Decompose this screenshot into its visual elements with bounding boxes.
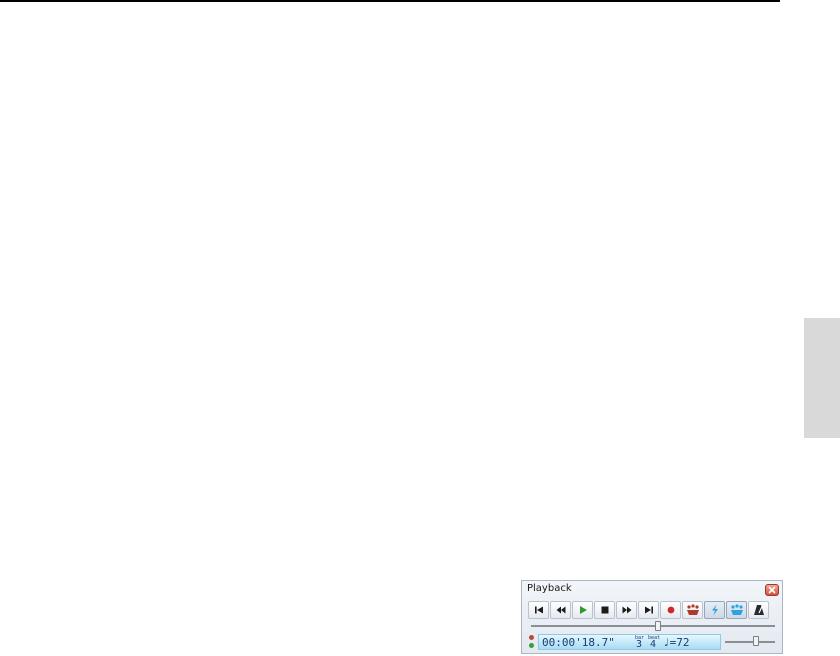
ensemble-blue-icon [730, 604, 743, 615]
fast-forward-icon [622, 606, 631, 614]
skip-to-end-icon [644, 606, 653, 614]
rewind-to-start-button[interactable] [528, 601, 549, 619]
ensemble-red-icon [686, 604, 699, 615]
rewind-button[interactable] [550, 601, 571, 619]
record-icon [667, 606, 674, 614]
position-slider-track[interactable] [531, 625, 775, 627]
fast-forward-button[interactable] [616, 601, 637, 619]
playback-window: Playback 00:00'18.7" bar 3 beat 4 ♩=72 [521, 580, 783, 654]
record-button[interactable] [660, 601, 681, 619]
metronome-button[interactable] [748, 601, 769, 619]
skip-to-end-button[interactable] [638, 601, 659, 619]
live-playback-button[interactable] [704, 601, 725, 619]
bar-readout: 3 [636, 639, 643, 650]
volume-slider-track[interactable] [725, 641, 775, 643]
close-icon [768, 586, 776, 594]
top-rule [0, 0, 780, 2]
beat-readout: 4 [650, 639, 657, 650]
rewind-icon [556, 606, 565, 614]
live-ensemble-button[interactable] [726, 601, 747, 619]
play-icon [579, 606, 587, 614]
skip-to-start-icon [534, 606, 543, 614]
close-button[interactable] [765, 584, 779, 596]
playback-toolbar [528, 601, 769, 619]
side-tab [804, 318, 840, 438]
play-button[interactable] [572, 601, 593, 619]
playback-title: Playback [527, 583, 572, 594]
status-led-green [529, 643, 534, 648]
metronome-icon [753, 605, 764, 615]
volume-slider-thumb[interactable] [753, 636, 759, 646]
page: Playback 00:00'18.7" bar 3 beat 4 ♩=72 [0, 0, 840, 656]
tempo-readout: ♩=72 [663, 636, 690, 649]
stop-button[interactable] [594, 601, 615, 619]
status-led-red [529, 635, 534, 640]
position-slider-thumb[interactable] [654, 621, 661, 631]
status-leds [529, 635, 535, 651]
time-readout: 00:00'18.7" [542, 636, 615, 649]
playback-display: 00:00'18.7" bar 3 beat 4 ♩=72 [538, 634, 721, 650]
lightning-icon [711, 604, 718, 616]
stop-icon [601, 606, 608, 614]
mute-ensemble-button[interactable] [682, 601, 703, 619]
